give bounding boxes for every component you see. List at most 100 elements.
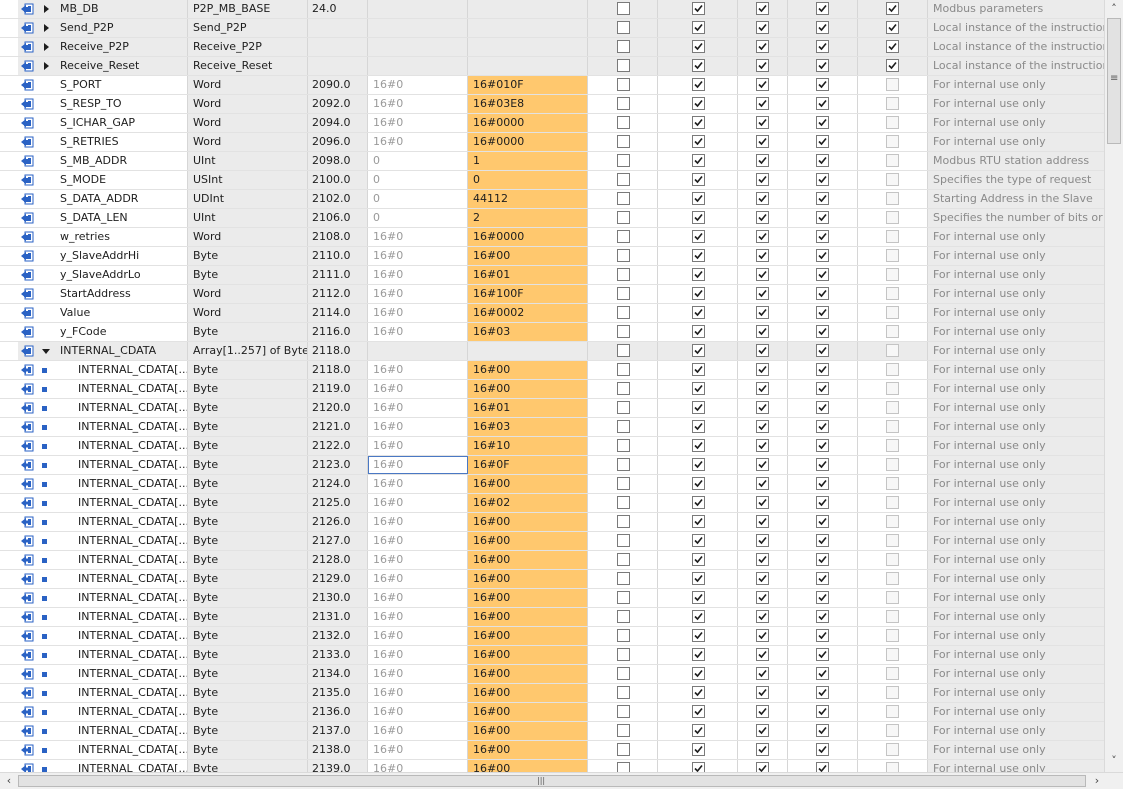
visible-in-hmi-cell[interactable] [788,665,858,683]
data-type-cell[interactable]: Receive_Reset [188,57,308,75]
retain-cell[interactable] [588,608,658,626]
accessible-from-hmi-cell[interactable] [658,19,738,37]
visible-in-hmi-checkbox[interactable] [816,78,829,91]
data-type-cell[interactable]: Byte [188,456,308,474]
retain-checkbox[interactable] [617,401,630,414]
writable-from-hmi-cell[interactable] [738,114,788,132]
setpoint-cell[interactable] [858,399,928,417]
setpoint-cell[interactable] [858,570,928,588]
setpoint-cell[interactable] [858,171,928,189]
comment-cell[interactable]: Local instance of the instruction [928,57,1104,75]
visible-in-hmi-checkbox[interactable] [816,230,829,243]
retain-cell[interactable] [588,703,658,721]
chevron-right-icon[interactable] [44,43,49,51]
start-value-cell[interactable]: 16#0 [368,684,468,702]
table-row[interactable]: S_DATA_LEN UInt 2106.0 0 2 Specifies the numb… [0,209,1104,228]
writable-from-hmi-cell[interactable] [738,209,788,227]
accessible-from-hmi-cell[interactable] [658,418,738,436]
visible-in-hmi-cell[interactable] [788,152,858,170]
retain-cell[interactable] [588,323,658,341]
table-row[interactable]: INTERNAL_CDATA[... Byte 2129.0 16#0 16#00 For… [0,570,1104,589]
retain-cell[interactable] [588,456,658,474]
accessible-from-hmi-checkbox[interactable] [692,382,705,395]
visible-in-hmi-cell[interactable] [788,133,858,151]
visible-in-hmi-checkbox[interactable] [816,591,829,604]
retain-cell[interactable] [588,570,658,588]
setpoint-cell[interactable] [858,741,928,759]
comment-cell[interactable]: For internal use only [928,532,1104,550]
name-cell[interactable]: INTERNAL_CDATA[... [18,513,188,531]
table-row[interactable]: INTERNAL_CDATA[... Byte 2125.0 16#0 16#02 For… [0,494,1104,513]
setpoint-cell[interactable] [858,437,928,455]
setpoint-cell[interactable] [858,532,928,550]
setpoint-cell[interactable] [858,38,928,56]
writable-from-hmi-checkbox[interactable] [756,762,769,772]
comment-cell[interactable]: For internal use only [928,266,1104,284]
name-cell[interactable]: S_ICHAR_GAP [18,114,188,132]
start-value-cell[interactable]: 16#0 [368,114,468,132]
accessible-from-hmi-cell[interactable] [658,494,738,512]
retain-checkbox[interactable] [617,306,630,319]
visible-in-hmi-cell[interactable] [788,76,858,94]
visible-in-hmi-checkbox[interactable] [816,344,829,357]
writable-from-hmi-cell[interactable] [738,513,788,531]
name-cell[interactable]: INTERNAL_CDATA[... [18,627,188,645]
retain-cell[interactable] [588,304,658,322]
retain-cell[interactable] [588,285,658,303]
visible-in-hmi-checkbox[interactable] [816,21,829,34]
scroll-left-arrow-icon[interactable]: ‹ [1,773,17,789]
writable-from-hmi-cell[interactable] [738,589,788,607]
setpoint-cell[interactable] [858,133,928,151]
accessible-from-hmi-checkbox[interactable] [692,762,705,772]
start-value-cell[interactable]: 16#0 [368,665,468,683]
writable-from-hmi-checkbox[interactable] [756,287,769,300]
visible-in-hmi-cell[interactable] [788,437,858,455]
start-value-cell[interactable]: 16#0 [368,361,468,379]
data-type-cell[interactable]: Byte [188,627,308,645]
table-row[interactable]: INTERNAL_CDATA Array[1..257] of Byte 2118.… [0,342,1104,361]
table-row[interactable]: Send_P2P Send_P2P Local instance of the in… [0,19,1104,38]
comment-cell[interactable]: For internal use only [928,665,1104,683]
writable-from-hmi-checkbox[interactable] [756,724,769,737]
name-cell[interactable]: INTERNAL_CDATA[... [18,532,188,550]
start-value-cell[interactable]: 16#0 [368,418,468,436]
data-type-cell[interactable]: Word [188,304,308,322]
setpoint-checkbox[interactable] [886,59,899,72]
accessible-from-hmi-checkbox[interactable] [692,306,705,319]
data-type-cell[interactable]: Byte [188,323,308,341]
accessible-from-hmi-checkbox[interactable] [692,135,705,148]
start-value-cell[interactable]: 0 [368,171,468,189]
retain-checkbox[interactable] [617,211,630,224]
retain-cell[interactable] [588,475,658,493]
name-cell[interactable]: INTERNAL_CDATA[... [18,456,188,474]
name-cell[interactable]: S_RETRIES [18,133,188,151]
accessible-from-hmi-cell[interactable] [658,380,738,398]
retain-checkbox[interactable] [617,249,630,262]
data-type-cell[interactable]: Byte [188,703,308,721]
setpoint-cell[interactable] [858,323,928,341]
accessible-from-hmi-checkbox[interactable] [692,344,705,357]
writable-from-hmi-checkbox[interactable] [756,743,769,756]
retain-checkbox[interactable] [617,59,630,72]
comment-cell[interactable]: Starting Address in the Slave [928,190,1104,208]
comment-cell[interactable]: For internal use only [928,456,1104,474]
setpoint-cell[interactable] [858,494,928,512]
visible-in-hmi-cell[interactable] [788,342,858,360]
visible-in-hmi-checkbox[interactable] [816,572,829,585]
comment-cell[interactable]: For internal use only [928,304,1104,322]
comment-cell[interactable]: For internal use only [928,247,1104,265]
accessible-from-hmi-checkbox[interactable] [692,458,705,471]
retain-checkbox[interactable] [617,439,630,452]
table-row[interactable]: Receive_Reset Receive_Reset Local instance… [0,57,1104,76]
writable-from-hmi-cell[interactable] [738,361,788,379]
writable-from-hmi-checkbox[interactable] [756,648,769,661]
accessible-from-hmi-cell[interactable] [658,209,738,227]
setpoint-cell[interactable] [858,304,928,322]
table-row[interactable]: S_RETRIES Word 2096.0 16#0 16#0000 For intern… [0,133,1104,152]
accessible-from-hmi-cell[interactable] [658,323,738,341]
data-type-cell[interactable]: Receive_P2P [188,38,308,56]
start-value-cell[interactable]: 0 [368,190,468,208]
chevron-right-icon[interactable] [44,5,49,13]
accessible-from-hmi-checkbox[interactable] [692,154,705,167]
setpoint-cell[interactable] [858,684,928,702]
